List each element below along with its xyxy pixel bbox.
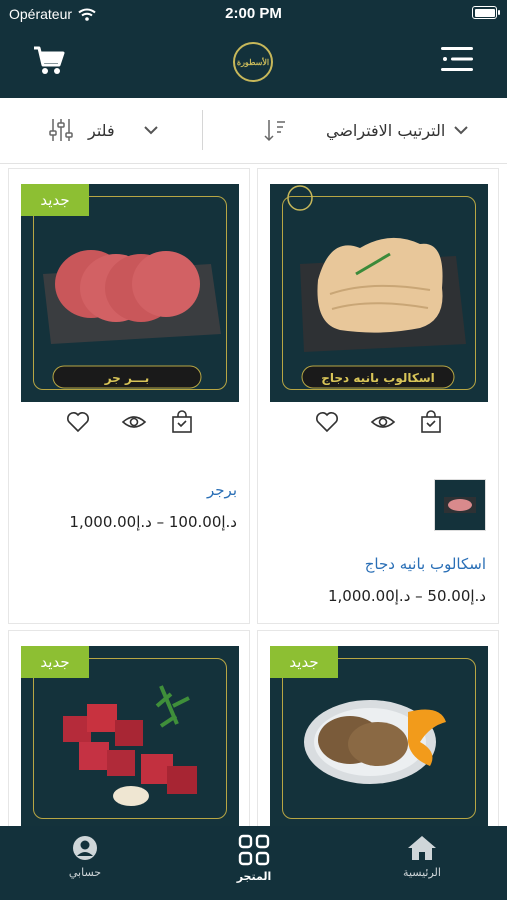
store-grid-icon (238, 834, 270, 866)
nav-label: المتجر (236, 870, 272, 883)
sort-dropdown[interactable]: الترتيب الافتراضي (262, 112, 469, 148)
nav-label: حسابي (68, 866, 102, 879)
wishlist-button[interactable] (65, 409, 91, 435)
product-card[interactable]: اسكالوب بانيه دجاج اسكالوب بانيه دجاج د.… (257, 168, 499, 624)
wishlist-button[interactable] (314, 409, 340, 435)
sort-order-icon (264, 120, 285, 142)
logo-text: الأسطورة (236, 57, 270, 67)
sort-filter-bar: فلتر الترتيب الافتراضي (0, 98, 507, 164)
new-badge: جديد (21, 184, 89, 216)
menu-button[interactable] (441, 44, 473, 74)
product-price: د.إ50.00 – د.إ1,000.00 (327, 587, 486, 605)
product-name[interactable]: اسكالوب بانيه دجاج (365, 555, 486, 573)
product-image[interactable]: جديد (21, 646, 239, 831)
chevron-down-icon (454, 126, 469, 135)
product-card[interactable]: جديد (8, 630, 250, 831)
new-badge: جديد (270, 646, 338, 678)
new-badge: جديد (21, 646, 89, 678)
product-image[interactable]: اسكالوب بانيه دجاج (270, 184, 488, 402)
toolbar-divider (202, 110, 203, 150)
product-actions (9, 409, 249, 437)
shopping-bag-icon (172, 410, 192, 433)
nav-home[interactable]: الرئيسية (367, 834, 477, 879)
chevron-down-icon (143, 126, 158, 135)
eye-icon (370, 416, 396, 428)
filter-label: فلتر (88, 120, 115, 140)
add-to-cart-button[interactable] (418, 409, 444, 435)
status-time: 2:00 PM (225, 5, 282, 22)
account-icon (73, 836, 97, 860)
filter-sliders-icon (49, 119, 73, 141)
product-card[interactable]: بـــر جر جديد برجر د.إ100.00 – د.إ1,000.… (8, 168, 250, 624)
shopping-bag-icon (421, 410, 441, 433)
heart-icon (316, 412, 338, 433)
chicken-escalope-image: اسكالوب بانيه دجاج (287, 185, 466, 389)
burger-patties-image: بـــر جر (43, 250, 221, 389)
nav-account[interactable]: حسابي (30, 834, 140, 879)
nav-store[interactable]: المتجر (199, 834, 309, 883)
status-bar: Opérateur 2:00 PM (0, 0, 507, 28)
product-price: د.إ100.00 – د.إ1,000.00 (69, 513, 237, 531)
quick-view-button[interactable] (370, 409, 396, 435)
menu-icon (441, 47, 473, 71)
image-caption: اسكالوب بانيه دجاج (321, 371, 435, 386)
product-image[interactable]: جديد (270, 646, 488, 831)
home-icon (408, 836, 436, 860)
variation-thumbnail[interactable] (434, 479, 486, 531)
product-name[interactable]: برجر (207, 481, 237, 499)
image-caption: بـــر جر (104, 371, 150, 385)
bottom-navigation: حسابي المتجر الرئيسية (0, 826, 507, 900)
nav-label: الرئيسية (403, 866, 441, 879)
product-card[interactable]: جديد (257, 630, 499, 831)
product-image[interactable]: بـــر جر جديد (21, 184, 239, 402)
product-actions (258, 409, 498, 437)
sort-label: الترتيب الافتراضي (326, 120, 446, 140)
filter-button[interactable]: فلتر (48, 112, 159, 148)
cart-icon (34, 46, 65, 74)
battery-icon (472, 6, 500, 19)
thumbnail-image (444, 497, 476, 513)
add-to-cart-button[interactable] (169, 409, 195, 435)
eye-icon (121, 416, 147, 428)
heart-icon (67, 412, 89, 433)
brand-logo[interactable]: الأسطورة (233, 42, 273, 82)
app-header: Opérateur 2:00 PM الأسطورة (0, 0, 507, 98)
quick-view-button[interactable] (121, 409, 147, 435)
cart-button[interactable] (32, 44, 66, 76)
